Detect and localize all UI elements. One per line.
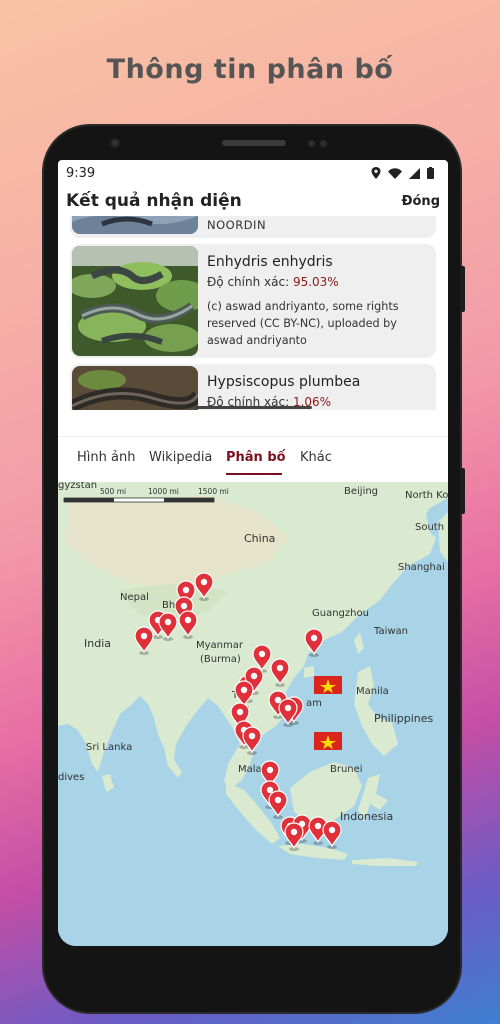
tab-images[interactable]: Hình ảnh: [77, 450, 135, 465]
place-label: Nepal: [120, 592, 149, 603]
result-thumbnail: [72, 246, 198, 356]
result-card[interactable]: Enhydris enhydris Độ chính xác: 95.03% (…: [70, 244, 436, 358]
place-label: South K: [415, 522, 448, 533]
headline: Thông tin phân bố: [106, 54, 394, 85]
active-tab-indicator: [226, 473, 282, 475]
scale-label: 1500 mi: [198, 487, 229, 496]
place-label: dives: [58, 772, 84, 783]
status-bar: 9:39: [58, 160, 448, 186]
place-label: China: [244, 532, 275, 545]
species-name: Hypsiscopus plumbea: [207, 374, 361, 390]
battery-icon: [427, 167, 434, 179]
place-label: Beijing: [344, 486, 378, 497]
accuracy-value: 95.03%: [292, 275, 339, 289]
power-button: [460, 468, 465, 514]
place-label: Taiwan: [373, 626, 408, 637]
distribution-map[interactable]: 500 mi 1000 mi 1500 mi gyzstan Beijing N…: [58, 482, 448, 946]
place-label: am: [306, 698, 322, 709]
close-button[interactable]: Đóng: [402, 194, 440, 209]
signal-icon: [409, 167, 420, 179]
volume-button: [460, 266, 465, 312]
place-label: Manila: [356, 686, 389, 697]
place-label: Shanghai: [398, 562, 445, 573]
front-camera: [110, 138, 120, 148]
result-thumbnail: [72, 216, 198, 234]
place-label: Indonesia: [340, 810, 393, 823]
accuracy: Độ chính xác: 95.03%: [207, 275, 428, 289]
photo-credit: (c) aswad andriyanto, some rights reserv…: [207, 300, 399, 347]
place-label: gyzstan: [58, 482, 97, 491]
page-title: Kết quả nhận diện: [66, 191, 242, 211]
tab-bar: Hình ảnh Wikipedia Phân bố Khác: [58, 436, 448, 483]
speaker: [222, 140, 286, 146]
place-label: Brunei: [330, 764, 363, 775]
sheet-handle[interactable]: [194, 406, 312, 409]
map-land-hainan: [304, 666, 314, 678]
wifi-icon: [388, 167, 402, 179]
vietnam-flag-icon: [314, 676, 342, 694]
result-info: Hypsiscopus plumbea Độ chính xác: 1.06%: [207, 374, 428, 409]
accuracy-label: Độ chính xác:: [207, 275, 290, 289]
sensor: [308, 140, 315, 147]
status-time: 9:39: [66, 165, 96, 181]
result-thumbnail: [72, 366, 198, 410]
place-label: North Ko: [405, 490, 448, 501]
place-label: Mala: [238, 764, 262, 775]
app-screen: 9:39 Kết quả nhận diện Đóng NOORDIN Enhy…: [58, 160, 448, 946]
result-card-partial[interactable]: NOORDIN: [70, 216, 436, 238]
place-label: Philippines: [374, 712, 434, 725]
place-label: (Burma): [200, 654, 241, 665]
place-label: India: [84, 637, 111, 650]
species-name: Enhydris enhydris: [207, 254, 333, 270]
place-label: Myanmar: [196, 640, 244, 651]
result-card[interactable]: Hypsiscopus plumbea Độ chính xác: 1.06%: [70, 364, 436, 410]
scale-label: 500 mi: [100, 487, 126, 496]
sensor: [320, 140, 327, 147]
vietnam-flag-icon: [314, 732, 342, 750]
place-label: Guangzhou: [312, 608, 369, 619]
app-bar: Kết quả nhận diện Đóng: [58, 186, 448, 216]
result-info: Enhydris enhydris Độ chính xác: 95.03% (…: [207, 254, 428, 349]
tab-other[interactable]: Khác: [300, 450, 332, 465]
scale-label: 1000 mi: [148, 487, 179, 496]
result-caption: NOORDIN: [207, 218, 267, 232]
results-list[interactable]: NOORDIN Enhydris enhydris Độ chính xác: …: [58, 216, 448, 410]
place-label: Sri Lanka: [86, 742, 132, 753]
location-icon: [371, 167, 381, 179]
tab-wikipedia[interactable]: Wikipedia: [149, 450, 212, 465]
tab-distribution[interactable]: Phân bố: [226, 450, 286, 465]
